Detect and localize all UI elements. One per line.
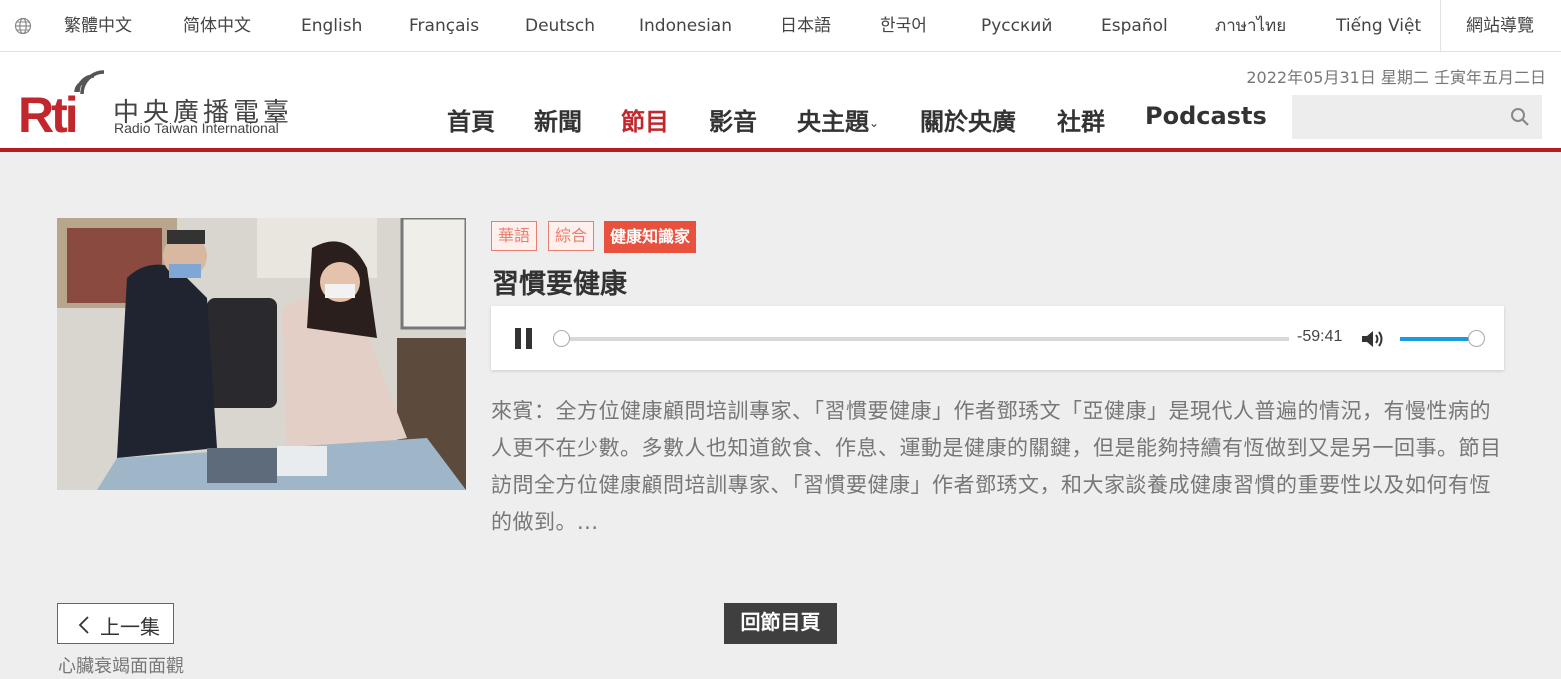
episode-description: 來賓：全方位健康顧問培訓專家、「習慣要健康」作者鄧琇文「亞健康」是現代人普遍的情…: [491, 399, 1502, 534]
lang-zh-hans[interactable]: 简体中文: [183, 0, 251, 52]
episode-title: 習慣要健康: [492, 269, 627, 300]
site-map-link[interactable]: 網站導覽: [1466, 0, 1534, 52]
volume-icon[interactable]: [1361, 329, 1386, 349]
pause-icon[interactable]: [515, 328, 533, 349]
lang-thai[interactable]: ภาษาไทย: [1215, 0, 1286, 52]
broadcast-waves-icon: [74, 70, 105, 95]
lang-vietnamese[interactable]: Tiếng Việt: [1336, 0, 1421, 52]
logo-mark: Rti: [18, 87, 79, 143]
nav-about[interactable]: 關於央廣: [920, 102, 1016, 136]
nav-programs[interactable]: 節目: [621, 102, 669, 136]
lang-japanese[interactable]: 日本語: [780, 0, 831, 52]
previous-episode-title[interactable]: 心臟衰竭面面觀: [58, 652, 184, 678]
lang-korean[interactable]: 한국어: [880, 0, 927, 52]
tag-language[interactable]: 華語: [491, 221, 538, 251]
globe-icon: [14, 17, 32, 35]
divider: [1440, 0, 1441, 52]
lang-russian[interactable]: Русский: [981, 0, 1052, 52]
lang-spanish[interactable]: Español: [1101, 0, 1168, 52]
lang-zh-hant[interactable]: 繁體中文: [64, 0, 132, 52]
lang-french[interactable]: Français: [409, 0, 479, 52]
previous-episode-button[interactable]: 上一集: [57, 603, 174, 644]
back-to-program-button[interactable]: 回節目頁: [724, 603, 837, 644]
tag-program[interactable]: 健康知識家: [604, 221, 697, 253]
site-header: Rti 中央廣播電臺 Radio Taiwan International 20…: [0, 52, 1561, 152]
tag-category[interactable]: 綜合: [548, 221, 595, 251]
nav-news[interactable]: 新聞: [534, 102, 582, 136]
search-box: [1292, 95, 1542, 139]
episode-photo: [57, 218, 466, 490]
logo-name-en: Radio Taiwan International: [114, 120, 279, 136]
chevron-left-icon: [78, 616, 89, 634]
previous-episode-label: 上一集: [100, 617, 160, 639]
nav-video[interactable]: 影音: [709, 102, 757, 136]
progress-handle[interactable]: [553, 330, 570, 347]
nav-home[interactable]: 首頁: [447, 102, 495, 136]
nav-community[interactable]: 社群: [1057, 102, 1105, 136]
remaining-time: -59:41: [1297, 328, 1343, 345]
lang-german[interactable]: Deutsch: [525, 0, 595, 52]
chevron-down-icon: ⌄: [869, 116, 880, 130]
search-icon[interactable]: [1510, 107, 1530, 127]
nav-podcasts[interactable]: Podcasts: [1145, 102, 1267, 134]
nav-topics-label: 央主題: [797, 108, 869, 136]
lang-indonesian[interactable]: Indonesian: [639, 0, 732, 52]
audio-player: -59:41: [491, 306, 1504, 370]
current-date: 2022年05月31日 星期二 壬寅年五月二日: [1246, 68, 1546, 87]
search-input[interactable]: [1292, 95, 1492, 139]
lang-english[interactable]: English: [301, 0, 362, 52]
language-bar: 繁體中文 简体中文 English Français Deutsch Indon…: [0, 0, 1561, 52]
volume-handle[interactable]: [1468, 330, 1485, 347]
progress-track[interactable]: [553, 337, 1289, 341]
nav-topics[interactable]: 央主題⌄: [797, 102, 880, 136]
